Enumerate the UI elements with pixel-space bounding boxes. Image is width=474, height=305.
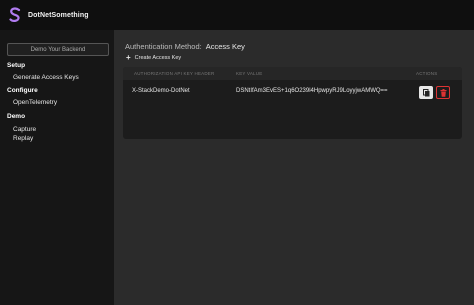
demo-backend-button[interactable]: Demo Your Backend xyxy=(7,43,109,56)
app-logo-icon[interactable] xyxy=(8,7,22,23)
table-header: AUTHORIZATION API KEY HEADER KEY VALUE A… xyxy=(123,67,462,80)
section-demo: Demo xyxy=(7,113,26,120)
app-title[interactable]: DotNetSomething xyxy=(28,12,89,19)
main-content: Authentication Method: Access Key + Creat… xyxy=(114,30,474,305)
auth-method-label: Authentication Method: xyxy=(125,42,202,51)
section-setup: Setup xyxy=(7,62,26,69)
table-row: X-StackDemo-DotNet DSNtIfAm3EvES+1q6O239… xyxy=(123,80,462,104)
column-header-key-value: KEY VALUE xyxy=(236,71,263,76)
section-configure: Configure xyxy=(7,87,38,94)
copy-icon xyxy=(422,84,430,102)
sidebar: Demo Your Backend Setup Generate Access … xyxy=(0,30,114,305)
delete-key-button[interactable] xyxy=(436,86,450,99)
auth-method: Authentication Method: Access Key xyxy=(125,42,245,51)
top-bar: DotNetSomething xyxy=(0,0,474,30)
nav-generate-access-keys[interactable]: Generate Access Keys xyxy=(13,73,79,82)
plus-icon: + xyxy=(126,53,131,62)
nav-opentelemetry[interactable]: OpenTelemetry xyxy=(13,98,57,107)
nav-replay[interactable]: Replay xyxy=(13,134,33,143)
cell-key-value: DSNtIfAm3EvES+1q6O239l4HpwpyRJ9LoyyjwAMW… xyxy=(236,88,388,94)
access-keys-table: AUTHORIZATION API KEY HEADER KEY VALUE A… xyxy=(123,67,462,139)
column-header-actions: ACTIONS xyxy=(416,71,438,76)
trash-icon xyxy=(440,84,447,102)
cell-api-key-header: X-StackDemo-DotNet xyxy=(132,88,190,94)
copy-key-button[interactable] xyxy=(419,86,433,99)
nav-capture[interactable]: Capture xyxy=(13,125,36,134)
auth-method-value: Access Key xyxy=(205,42,245,51)
create-access-key-label: Create Access Key xyxy=(134,55,182,61)
create-access-key-button[interactable]: + Create Access Key xyxy=(126,53,182,62)
column-header-api-key-header: AUTHORIZATION API KEY HEADER xyxy=(134,71,215,76)
